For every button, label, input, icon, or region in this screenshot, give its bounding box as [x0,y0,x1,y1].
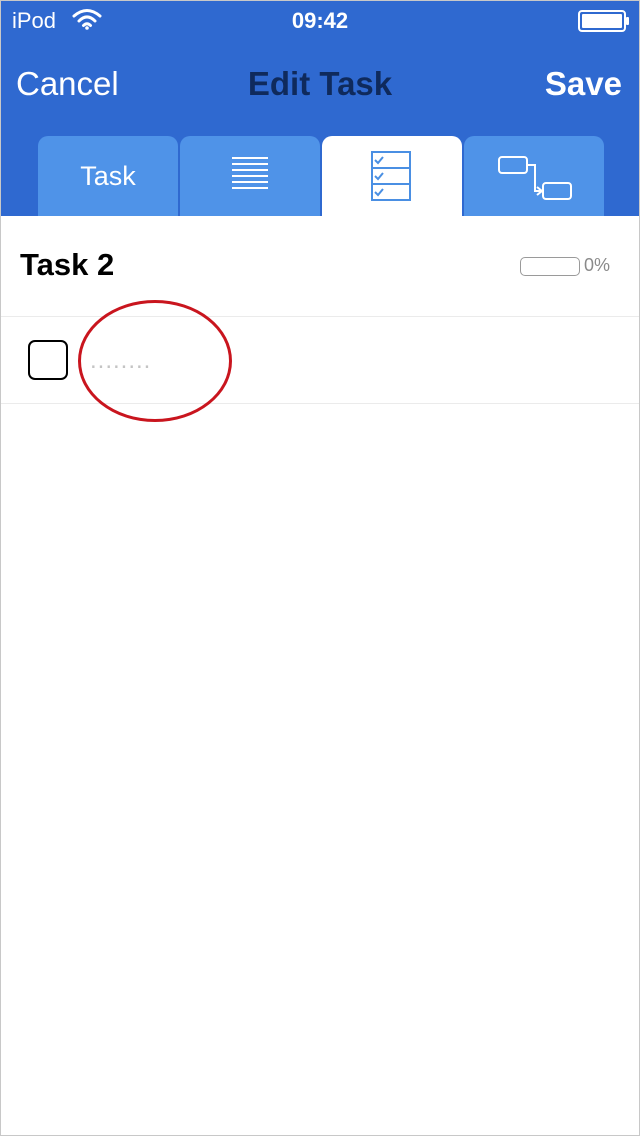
tab-task[interactable]: Task [38,136,178,216]
task-name: Task 2 [20,247,115,282]
tab-task-label: Task [80,161,136,191]
checklist-item-input[interactable] [90,343,590,379]
notes-lines-icon [232,157,268,189]
tab-notes[interactable] [180,136,320,216]
checklist-item-checkbox[interactable] [28,340,68,380]
battery-full-icon [578,10,629,32]
task-progress-bar [520,257,580,276]
tab-checklist[interactable] [322,136,462,216]
save-button[interactable]: Save [545,62,622,106]
dependencies-icon [498,156,572,200]
task-progress-label: 0% [584,255,611,275]
header: iPod 09:42 Cancel Edit Task Save Task [0,0,640,216]
tab-dependencies[interactable] [464,136,604,216]
checklist-item [0,317,640,403]
clock: 09:42 [291,8,349,33]
status-bar: iPod 09:42 [0,0,640,40]
divider [0,403,640,404]
checklist-icon [371,151,411,201]
